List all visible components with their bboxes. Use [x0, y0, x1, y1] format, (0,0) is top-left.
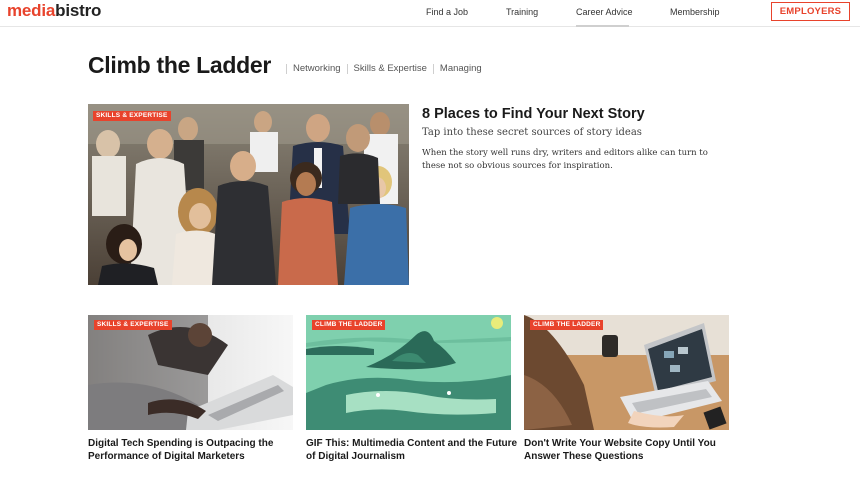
- hero-article-image[interactable]: SKILLS & EXPERTISE: [88, 104, 409, 285]
- card-title-gif-this[interactable]: GIF This: Multimedia Content and the Fut…: [306, 437, 521, 463]
- hero-article-description: When the story well runs dry, writers an…: [422, 148, 708, 171]
- card-title-website-copy[interactable]: Don't Write Your Website Copy Until You …: [524, 437, 739, 463]
- island-illustration: [306, 315, 511, 430]
- mediabistro-logo[interactable]: mediabistro: [7, 1, 101, 21]
- laptop-photo: [88, 315, 293, 430]
- logo-part-bistro: bistro: [55, 1, 102, 20]
- subnav-divider: [432, 64, 434, 74]
- card-category-badge[interactable]: CLIMB THE LADDER: [530, 320, 604, 330]
- nav-career-advice[interactable]: Career Advice: [576, 0, 633, 27]
- nav-training[interactable]: Training: [506, 0, 538, 24]
- category-subnav: Networking Skills & Expertise Managing: [280, 63, 482, 75]
- nav-membership[interactable]: Membership: [670, 0, 720, 24]
- hero-article-subtitle: Tap into these secret sources of story i…: [422, 127, 642, 138]
- crowd-photo: [88, 104, 409, 285]
- page-title: Climb the Ladder: [88, 52, 272, 78]
- card-image-gif-this[interactable]: CLIMB THE LADDER: [306, 315, 511, 430]
- card-category-badge[interactable]: CLIMB THE LADDER: [312, 320, 386, 330]
- logo-part-media: media: [7, 1, 56, 20]
- top-navigation-bar: mediabistro Find a Job Training Career A…: [0, 0, 860, 27]
- card-title-digital-tech[interactable]: Digital Tech Spending is Outpacing the P…: [88, 437, 303, 463]
- subnav-managing[interactable]: Managing: [440, 63, 482, 75]
- subnav-divider: [286, 64, 287, 74]
- subnav-networking[interactable]: Networking: [293, 63, 341, 75]
- card-category-badge[interactable]: SKILLS & EXPERTISE: [94, 320, 172, 330]
- card-image-website-copy[interactable]: CLIMB THE LADDER: [524, 315, 729, 430]
- nav-find-a-job[interactable]: Find a Job: [426, 0, 468, 24]
- hero-category-badge[interactable]: SKILLS & EXPERTISE: [93, 111, 171, 121]
- subnav-divider: [346, 64, 348, 74]
- employers-button[interactable]: EMPLOYERS: [771, 2, 850, 21]
- subnav-skills-expertise[interactable]: Skills & Expertise: [354, 63, 427, 75]
- hero-article-title[interactable]: 8 Places to Find Your Next Story: [422, 105, 645, 123]
- woman-laptop-photo: [524, 315, 729, 430]
- card-image-digital-tech[interactable]: SKILLS & EXPERTISE: [88, 315, 293, 430]
